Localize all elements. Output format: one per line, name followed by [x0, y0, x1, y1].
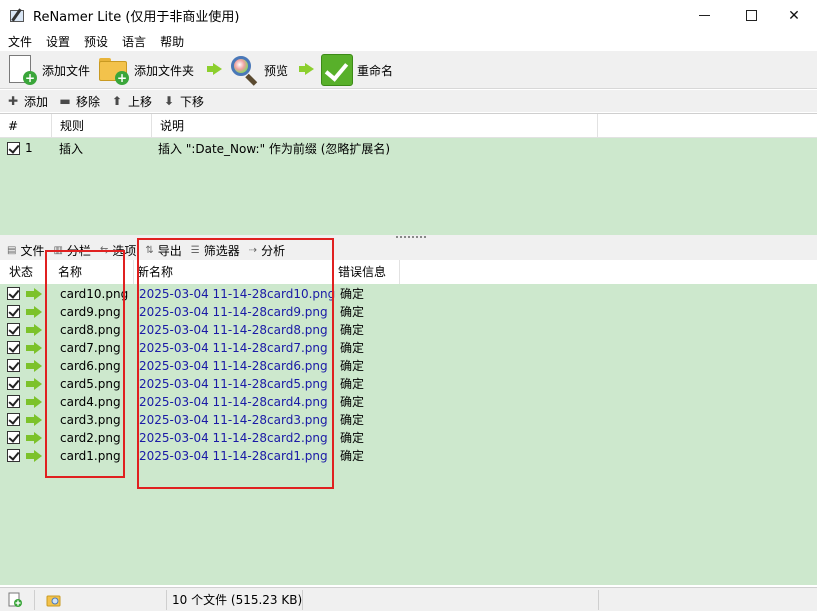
file-status: 确定	[340, 413, 365, 427]
add-folder-icon: +	[98, 54, 130, 86]
app-icon	[9, 7, 25, 24]
rule-checkbox[interactable]	[7, 141, 20, 155]
files-icon: ▤	[7, 244, 17, 256]
arrow-right-icon	[207, 63, 222, 75]
menu-file[interactable]: 文件	[0, 33, 39, 50]
rule-description: 插入 ":Date_Now:" 作为前缀 (忽略扩展名)	[158, 141, 391, 156]
plus-icon: ✚	[7, 94, 19, 108]
rule-name: 插入	[59, 141, 84, 156]
col-description[interactable]: 说明	[152, 114, 598, 138]
rename-label: 重命名	[357, 63, 394, 78]
menu-presets[interactable]: 预设	[77, 33, 115, 50]
menu-settings[interactable]: 设置	[39, 33, 77, 50]
file-status: 确定	[340, 377, 365, 391]
col-number[interactable]: #	[0, 114, 52, 138]
rename-arrow-icon	[26, 288, 42, 300]
file-count-summary: 10 个文件 (515.23 KB)	[172, 593, 303, 607]
file-checkbox[interactable]	[7, 395, 20, 408]
move-down-button[interactable]: ⬇ 下移	[163, 93, 204, 110]
file-checkbox[interactable]	[7, 359, 20, 372]
maximize-icon	[745, 10, 757, 21]
col-rule[interactable]: 规则	[52, 114, 152, 138]
status-separator	[34, 590, 35, 610]
arrow-right-icon	[299, 63, 314, 75]
highlight-box-name-column	[45, 250, 125, 478]
maximize-button[interactable]	[728, 0, 774, 31]
status-separator	[302, 590, 303, 610]
rename-check-icon	[321, 54, 353, 86]
move-up-label: 上移	[128, 94, 153, 109]
close-icon: ✕	[788, 7, 800, 24]
file-checkbox[interactable]	[7, 305, 20, 318]
menu-language[interactable]: 语言	[115, 33, 153, 50]
files-menu-label: 文件	[20, 243, 45, 258]
rules-table: # 规则 说明 1 插入 插入 ":Date_Now:" 作为前缀 (忽略扩展名…	[0, 113, 817, 235]
minimize-button[interactable]	[681, 0, 727, 31]
rename-arrow-icon	[26, 396, 42, 408]
col-error[interactable]: 错误信息	[334, 260, 400, 284]
rule-number: 1	[25, 141, 33, 155]
rules-header: # 规则 说明	[0, 114, 817, 138]
file-checkbox[interactable]	[7, 323, 20, 336]
file-status: 确定	[340, 431, 365, 445]
file-status: 确定	[340, 395, 365, 409]
add-folder-label: 添加文件夹	[134, 63, 195, 78]
preview-label: 预览	[264, 63, 289, 78]
preview-icon	[228, 54, 260, 86]
file-status: 确定	[340, 449, 365, 463]
col-state[interactable]: 状态	[0, 260, 46, 284]
add-rule-label: 添加	[24, 94, 49, 109]
add-folder-button[interactable]: + 添加文件夹	[98, 53, 194, 87]
minimize-icon	[698, 15, 710, 16]
menu-help[interactable]: 帮助	[153, 33, 191, 50]
status-separator	[598, 590, 599, 610]
file-status: 确定	[340, 287, 365, 301]
rename-arrow-icon	[26, 450, 42, 462]
status-bar: 10 个文件 (515.23 KB)	[0, 587, 817, 611]
folder-search-icon[interactable]	[46, 592, 62, 608]
add-files-button[interactable]: + 添加文件	[6, 53, 90, 87]
file-checkbox[interactable]	[7, 377, 20, 390]
main-toolbar: + 添加文件 + 添加文件夹 预览 重命名	[0, 51, 817, 89]
close-button[interactable]: ✕	[771, 0, 817, 31]
add-files-label: 添加文件	[42, 63, 91, 78]
file-status: 确定	[340, 341, 365, 355]
move-down-label: 下移	[180, 94, 205, 109]
rule-row[interactable]: 1 插入 插入 ":Date_Now:" 作为前缀 (忽略扩展名)	[0, 138, 817, 158]
add-rule-button[interactable]: ✚ 添加	[7, 93, 48, 110]
file-checkbox[interactable]	[7, 431, 20, 444]
minus-icon: ▬	[59, 94, 71, 108]
file-status: 确定	[340, 305, 365, 319]
file-status: 确定	[340, 359, 365, 373]
grip-icon	[396, 236, 426, 238]
rename-arrow-icon	[26, 306, 42, 318]
rename-arrow-icon	[26, 342, 42, 354]
rename-arrow-icon	[26, 432, 42, 444]
rename-arrow-icon	[26, 378, 42, 390]
rename-arrow-icon	[26, 414, 42, 426]
rule-toolbar: ✚ 添加 ▬ 移除 ⬆ 上移 ⬇ 下移	[0, 90, 817, 112]
file-checkbox[interactable]	[7, 341, 20, 354]
preview-button[interactable]: 预览	[228, 53, 288, 87]
arrow-up-icon: ⬆	[112, 94, 123, 108]
add-file-icon: +	[6, 54, 38, 86]
status-separator	[166, 590, 167, 610]
files-menu-button[interactable]: ▤ 文件	[7, 242, 44, 259]
file-checkbox[interactable]	[7, 413, 20, 426]
window-title: ReNamer Lite (仅用于非商业使用)	[33, 10, 240, 25]
remove-rule-label: 移除	[76, 94, 101, 109]
file-add-icon[interactable]	[7, 592, 23, 608]
rename-button[interactable]: 重命名	[321, 53, 393, 87]
file-checkbox[interactable]	[7, 449, 20, 462]
rename-arrow-icon	[26, 360, 42, 372]
menu-bar: 文件 设置 预设 语言 帮助	[0, 31, 817, 51]
arrow-down-icon: ⬇	[164, 94, 175, 108]
title-bar: ReNamer Lite (仅用于非商业使用) ✕	[0, 0, 817, 31]
move-up-button[interactable]: ⬆ 上移	[111, 93, 152, 110]
highlight-box-new-name-column	[137, 238, 334, 489]
rename-arrow-icon	[26, 324, 42, 336]
remove-rule-button[interactable]: ▬ 移除	[59, 93, 100, 110]
file-status: 确定	[340, 323, 365, 337]
file-checkbox[interactable]	[7, 287, 20, 300]
